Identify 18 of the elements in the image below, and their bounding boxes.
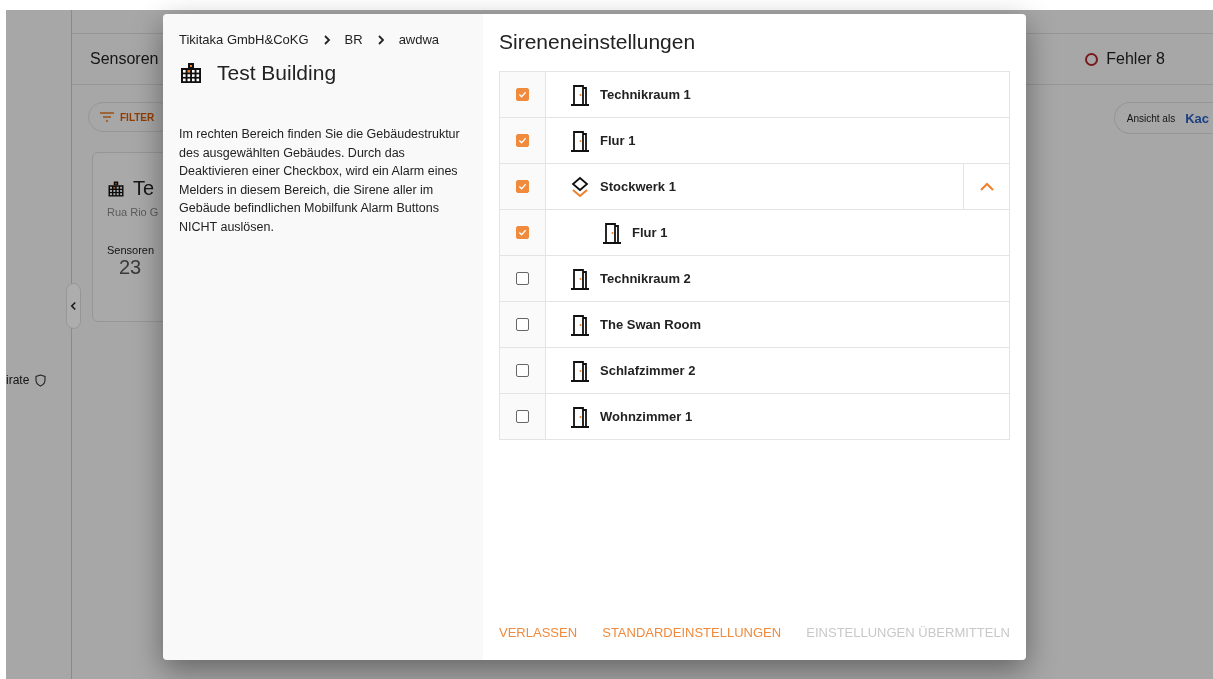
area-name: Wohnzimmer 1	[600, 409, 693, 424]
card-address: Rua Rio G	[107, 206, 159, 218]
description-text: Im rechten Bereich finden Sie die Gebäudestruktur des ausgewählten Gebäudes. Durch das Deaktivieren einer Checkbox, wird ein Alarm eines Melders in diesem Bereich, die Sirene aller im Gebäude befindlichen Mobilfunk Alarm Buttons NICHT auslösen.	[179, 126, 461, 236]
card-sensors-label: Sensoren	[107, 244, 155, 256]
error-count: Fehler 8	[1106, 50, 1165, 68]
view-label: Ansicht als	[1126, 112, 1176, 124]
area-name: Stockwerk 1	[600, 179, 676, 194]
area-name: Technikraum 2	[600, 271, 691, 286]
card-sensors-count: 23	[119, 256, 142, 279]
area-name: The Swan Room	[600, 317, 702, 332]
area-name: Technikraum 1	[600, 87, 691, 102]
building-name: Test Building	[217, 61, 337, 85]
card-title: Te	[133, 177, 155, 200]
area-name: Schlafzimmer 2	[600, 363, 696, 378]
sensors-label: Sensoren	[90, 50, 159, 68]
area-name: Flur 1	[600, 133, 636, 148]
area-name: Flur 1	[632, 225, 668, 240]
dialog-title: Sireneneinstellungen	[499, 30, 697, 54]
